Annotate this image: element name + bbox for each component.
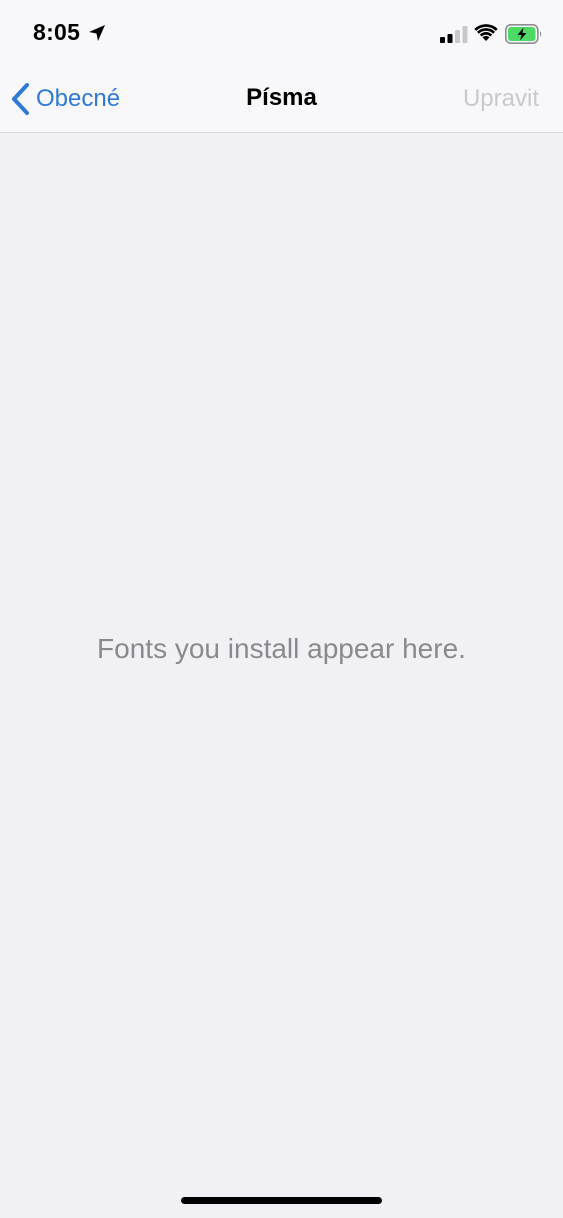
header: 8:05 Obecné Písma Upravit: [0, 0, 563, 133]
status-time: 8:05: [33, 19, 81, 45]
empty-state-message: Fonts you install appear here.: [97, 633, 466, 664]
fonts-settings-screen: 8:05 Obecné Písma Upravit Fonts you inst…: [0, 0, 563, 1218]
back-button[interactable]: Obecné: [10, 80, 120, 118]
cellular-signal-icon: [440, 26, 468, 43]
location-arrow-icon: [89, 25, 105, 41]
navigation-bar: Obecné Písma Upravit: [0, 66, 563, 132]
edit-button[interactable]: Upravit: [463, 85, 539, 113]
chevron-left-icon: [12, 83, 29, 115]
back-button-label: Obecné: [36, 85, 121, 112]
status-bar: 8:05: [0, 0, 563, 66]
home-indicator[interactable]: [181, 1197, 382, 1204]
wifi-icon: [474, 24, 498, 41]
battery-charging-icon: [505, 24, 542, 44]
